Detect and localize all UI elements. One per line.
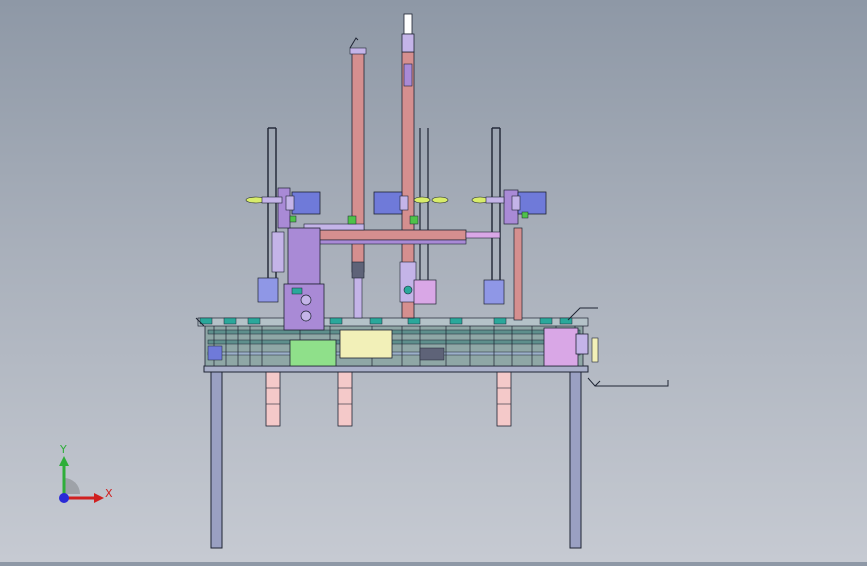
- triad-sector: [64, 478, 80, 494]
- right-rods: [491, 127, 501, 300]
- right-housing: [543, 327, 579, 367]
- tube-right: [399, 13, 417, 319]
- triad-x-label: X: [105, 487, 113, 500]
- coordinate-triad: Y X: [59, 443, 113, 503]
- left-rods: [267, 127, 277, 300]
- leg-right: [569, 371, 582, 549]
- crossbar: [299, 223, 501, 245]
- z-axis-dot: [59, 493, 69, 503]
- yellow-box: [339, 329, 393, 359]
- right-chute: [587, 377, 669, 387]
- motor-left: [285, 191, 321, 215]
- green-block: [289, 339, 337, 367]
- triad-y-label: Y: [59, 443, 67, 456]
- pink-blocks: [265, 371, 512, 427]
- cad-model-drawing[interactable]: [0, 0, 867, 562]
- leg-left: [210, 371, 223, 549]
- cad-viewport[interactable]: Y X: [0, 0, 867, 562]
- tabletop: [203, 365, 589, 373]
- conveyor: [195, 307, 598, 327]
- tube-left: [349, 37, 367, 319]
- center-rods: [419, 128, 429, 300]
